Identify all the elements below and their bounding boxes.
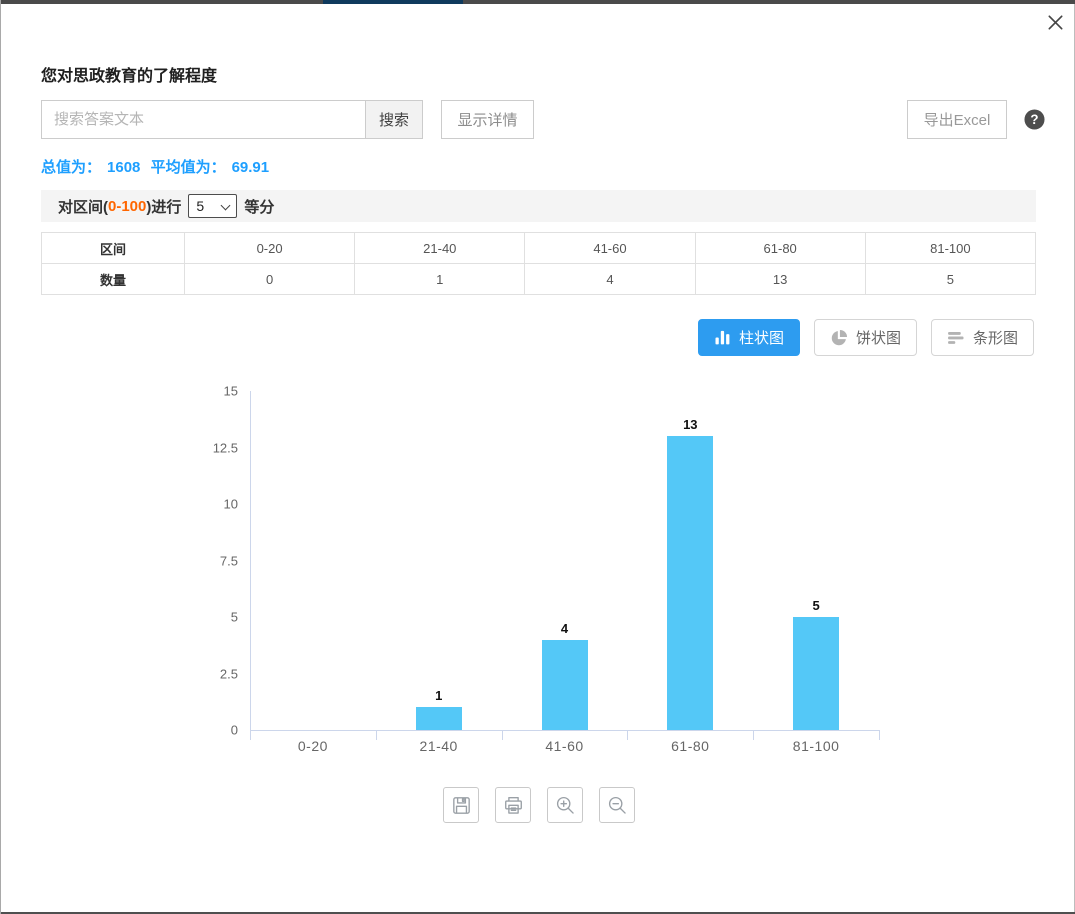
zoom-out-button[interactable]	[599, 787, 635, 823]
x-axis-category-label: 81-100	[793, 738, 840, 754]
interval-parts-select[interactable]: 5	[188, 194, 237, 218]
x-axis-tick	[753, 730, 754, 740]
y-axis-tick-label: 15	[178, 384, 238, 399]
browser-top-edge	[1, 0, 1075, 4]
chart-toolbar	[443, 787, 635, 823]
y-axis-tick-label: 10	[178, 497, 238, 512]
print-icon	[503, 795, 524, 816]
browser-tab-sliver	[323, 0, 463, 4]
table-header-count: 数量	[42, 264, 185, 295]
bar-value-label: 5	[812, 598, 819, 613]
table-cell: 0	[185, 264, 355, 295]
interval-unit-label: 等分	[244, 196, 274, 217]
bar-value-label: 4	[561, 621, 568, 636]
chart-type-label: 柱状图	[739, 327, 784, 348]
chart-type-label: 条形图	[973, 327, 1018, 348]
zoom-out-icon	[607, 795, 628, 816]
svg-text:?: ?	[1030, 112, 1038, 127]
chart-type-column-chart[interactable]: 柱状图	[698, 319, 800, 356]
chart-bar	[542, 640, 588, 730]
save-icon	[451, 795, 472, 816]
x-axis-category-label: 41-60	[545, 738, 583, 754]
y-axis-line	[250, 391, 251, 730]
pie-chart-icon	[830, 329, 848, 347]
help-icon[interactable]: ?	[1024, 109, 1045, 130]
chart-bar	[793, 617, 839, 730]
chart-bar	[416, 707, 462, 730]
interval-range: 0-100	[108, 198, 146, 215]
chart-type-label: 饼状图	[856, 327, 901, 348]
table-cell: 1	[355, 264, 525, 295]
x-axis-tick	[376, 730, 377, 740]
total-label: 总值为：	[41, 159, 101, 176]
statistics-modal: 您对思政教育的了解程度 搜索 显示详情 导出Excel ? 总值为： 1608 平…	[0, 0, 1075, 914]
interval-count-table: 区间0-2021-4041-6061-8081-100数量014135	[41, 232, 1036, 295]
y-axis-tick-label: 2.5	[178, 666, 238, 681]
table-cell: 0-20	[185, 233, 355, 264]
x-axis-category-label: 61-80	[671, 738, 709, 754]
table-cell: 41-60	[525, 233, 695, 264]
total-value: 1608	[107, 159, 140, 176]
interval-select-wrap: 5	[188, 194, 237, 218]
interval-suffix: )进行	[146, 196, 181, 217]
x-axis-category-label: 21-40	[420, 738, 458, 754]
x-axis-tick	[502, 730, 503, 740]
chart-type-switcher: 柱状图 饼状图 条形图	[684, 319, 1034, 356]
y-axis-tick-label: 12.5	[178, 440, 238, 455]
chart-bar	[667, 436, 713, 730]
question-title: 您对思政教育的了解程度	[41, 62, 217, 86]
chart-type-bar-chart[interactable]: 条形图	[931, 319, 1034, 356]
x-axis-tick	[250, 730, 251, 740]
table-cell: 81-100	[865, 233, 1035, 264]
chart-type-pie-chart[interactable]: 饼状图	[814, 319, 917, 356]
y-axis-tick-label: 5	[178, 610, 238, 625]
search-button[interactable]: 搜索	[365, 100, 423, 139]
y-axis-tick-label: 7.5	[178, 553, 238, 568]
zoom-in-icon	[555, 795, 576, 816]
table-cell: 61-80	[695, 233, 865, 264]
table-row: 区间0-2021-4041-6061-8081-100	[42, 233, 1036, 264]
interval-prefix: 对区间(	[58, 196, 108, 217]
export-area: 导出Excel ?	[907, 100, 1045, 139]
table-row: 数量014135	[42, 264, 1036, 295]
bar-chart-icon	[947, 329, 965, 347]
table-cell: 5	[865, 264, 1035, 295]
average-value: 69.91	[232, 159, 270, 176]
search-input[interactable]	[41, 100, 366, 139]
summary-stats: 总值为： 1608 平均值为： 69.91	[41, 156, 275, 177]
x-axis-category-label: 0-20	[298, 738, 328, 754]
bar-value-label: 13	[683, 417, 697, 432]
print-button[interactable]	[495, 787, 531, 823]
x-axis-line	[250, 730, 880, 731]
zoom-in-button[interactable]	[547, 787, 583, 823]
show-details-button[interactable]: 显示详情	[441, 100, 534, 139]
export-excel-button[interactable]: 导出Excel	[907, 100, 1007, 139]
x-axis-tick	[879, 730, 880, 740]
interval-divider-bar: 对区间(0-100)进行 5 等分	[41, 190, 1036, 222]
x-axis-tick	[627, 730, 628, 740]
table-header-interval: 区间	[42, 233, 185, 264]
table-cell: 4	[525, 264, 695, 295]
y-axis-tick-label: 0	[178, 723, 238, 738]
close-icon[interactable]	[1042, 9, 1068, 35]
save-button[interactable]	[443, 787, 479, 823]
bar-value-label: 1	[435, 688, 442, 703]
average-label: 平均值为：	[151, 159, 226, 176]
column-chart-icon	[714, 329, 731, 346]
table-cell: 13	[695, 264, 865, 295]
search-row: 搜索 显示详情	[41, 100, 534, 139]
table-cell: 21-40	[355, 233, 525, 264]
